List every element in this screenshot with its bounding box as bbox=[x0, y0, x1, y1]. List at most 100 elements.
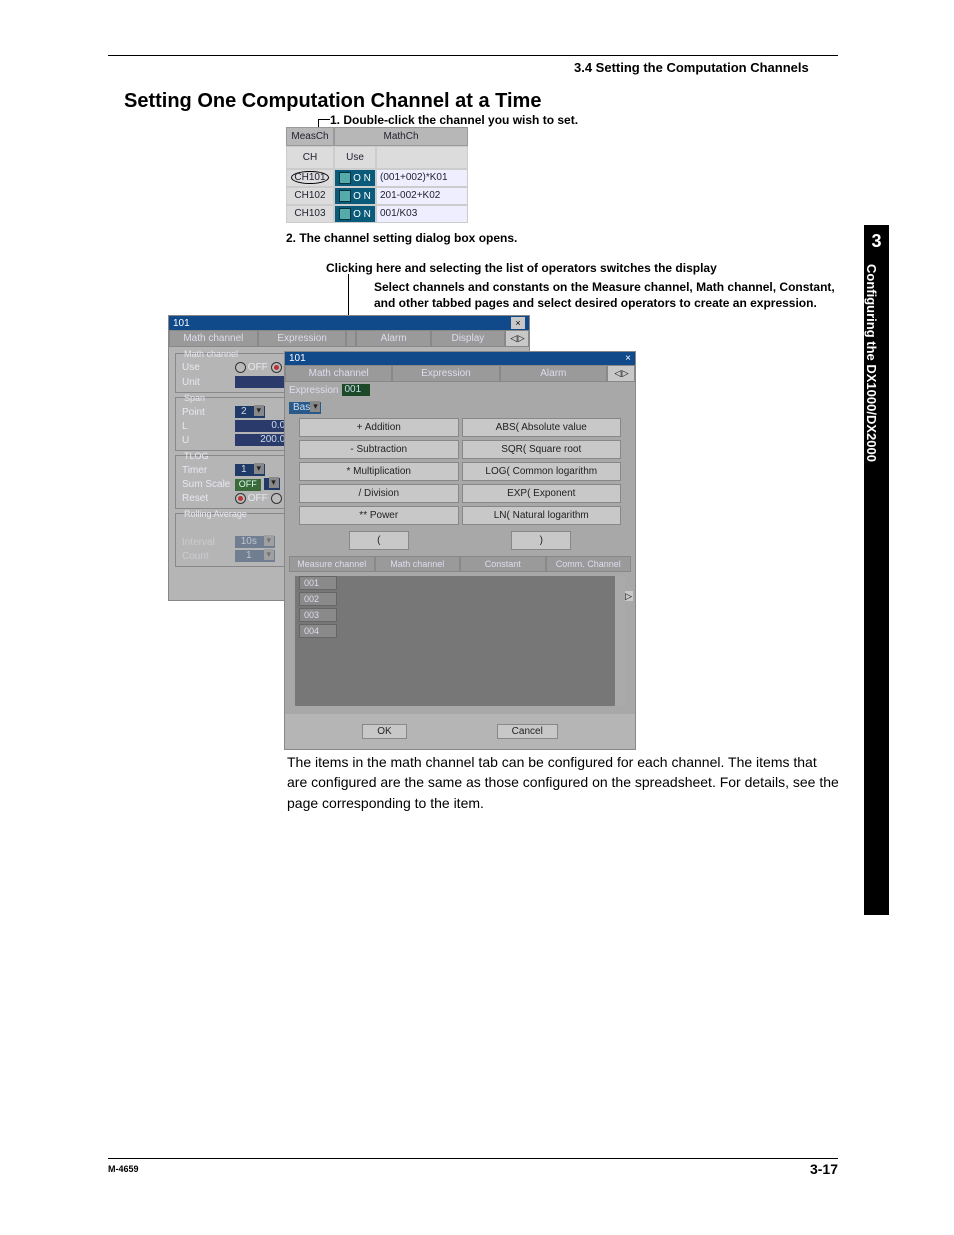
step-1: 1. Double-click the channel you wish to … bbox=[330, 113, 578, 127]
list-item[interactable]: 003 bbox=[299, 608, 337, 622]
dialog-tabs: Math channel Expression Alarm Display ◁ … bbox=[169, 330, 529, 347]
expression-row: Expression 001 bbox=[285, 382, 635, 398]
l-label: L bbox=[182, 421, 232, 432]
tab-pager[interactable]: ◁ ▷ bbox=[607, 365, 635, 382]
tab-gap bbox=[346, 330, 356, 347]
expression-dialog: 101 × Math channel Expression Alarm ◁ ▷ … bbox=[284, 351, 636, 750]
op-addition[interactable]: + Addition bbox=[299, 418, 459, 437]
dialog-title: 101 bbox=[289, 353, 306, 364]
u-label: U bbox=[182, 435, 232, 446]
expr-cell: (001+002)*K01 bbox=[376, 169, 468, 187]
op-ln[interactable]: LN( Natural logarithm bbox=[462, 506, 622, 525]
table-row[interactable]: CH101 O N (001+002)*K01 bbox=[286, 169, 468, 187]
expr-cell: 001/K03 bbox=[376, 205, 468, 223]
dialog-title-bar: 101 × bbox=[169, 316, 529, 330]
use-label: Use bbox=[182, 362, 232, 373]
reset-label: Reset bbox=[182, 493, 232, 504]
tab-display[interactable]: Display bbox=[431, 330, 505, 347]
tab-expression[interactable]: Expression bbox=[392, 365, 499, 382]
section-header: 3.4 Setting the Computation Channels bbox=[574, 60, 809, 75]
col-ch: CH bbox=[286, 146, 334, 169]
close-icon[interactable]: × bbox=[511, 317, 525, 329]
sumscale-value[interactable]: OFF bbox=[235, 479, 261, 491]
list-item[interactable]: 004 bbox=[299, 624, 337, 638]
col-measch: MeasCh bbox=[286, 127, 334, 146]
radio-reset-on[interactable] bbox=[271, 493, 282, 504]
body-paragraph: The items in the math channel tab can be… bbox=[287, 752, 839, 813]
expr-input[interactable]: 001 bbox=[342, 384, 370, 396]
list-item[interactable]: 001 bbox=[299, 576, 337, 590]
tab-math-channel[interactable]: Math channel bbox=[169, 330, 258, 347]
list-item[interactable]: 002 bbox=[299, 592, 337, 606]
sumscale-dropdown[interactable] bbox=[264, 478, 280, 490]
callout-operators: Clicking here and selecting the list of … bbox=[326, 261, 717, 275]
tab-comm-channel[interactable]: Comm. Channel bbox=[546, 556, 632, 572]
op-power[interactable]: ** Power bbox=[299, 506, 459, 525]
sumscale-label: Sum Scale bbox=[182, 479, 232, 490]
table-row[interactable]: CH102 O N 201-002+K02 bbox=[286, 187, 468, 205]
op-division[interactable]: / Division bbox=[299, 484, 459, 503]
tab-math-channel-src[interactable]: Math channel bbox=[375, 556, 461, 572]
dialog-title-bar: 101 × bbox=[285, 352, 635, 365]
category-dropdown[interactable]: Basic bbox=[289, 402, 321, 414]
channel-list[interactable]: 001 002 003 004 bbox=[295, 576, 625, 706]
interval-dropdown: 10s bbox=[235, 536, 275, 548]
tab-constant[interactable]: Constant bbox=[460, 556, 546, 572]
ch-label: CH103 bbox=[286, 205, 334, 223]
expr-cell: 201-002+K02 bbox=[376, 187, 468, 205]
op-lparen[interactable]: ( bbox=[349, 531, 409, 550]
footer-page-number: 3-17 bbox=[810, 1161, 838, 1177]
page-title: Setting One Computation Channel at a Tim… bbox=[124, 90, 541, 113]
col-use: Use bbox=[334, 146, 376, 169]
timer-label: Timer bbox=[182, 465, 232, 476]
point-dropdown[interactable]: 2 bbox=[235, 406, 265, 418]
table-row[interactable]: CH103 O N 001/K03 bbox=[286, 205, 468, 223]
unit-label: Unit bbox=[182, 377, 232, 388]
on-toggle[interactable]: O N bbox=[334, 187, 376, 205]
step-2: 2. The channel setting dialog box opens. bbox=[286, 231, 517, 245]
on-toggle[interactable]: O N bbox=[334, 205, 376, 223]
chapter-title: Configuring the DX1000/DX2000 bbox=[864, 264, 879, 462]
point-label: Point bbox=[182, 407, 232, 418]
ch-label: CH102 bbox=[286, 187, 334, 205]
col-expr bbox=[376, 146, 468, 169]
operator-panel: Basic + Addition ABS( Absolute value - S… bbox=[285, 398, 635, 714]
footer-doc-id: M-4659 bbox=[108, 1164, 139, 1174]
chapter-tab: 3 Configuring the DX1000/DX2000 bbox=[864, 225, 889, 915]
scrollbar[interactable] bbox=[615, 576, 625, 706]
footer-rule bbox=[108, 1158, 838, 1159]
tab-pager[interactable]: ◁ ▷ bbox=[505, 330, 529, 347]
cancel-button[interactable]: Cancel bbox=[497, 724, 558, 739]
radio-off[interactable] bbox=[235, 362, 246, 373]
op-subtraction[interactable]: - Subtraction bbox=[299, 440, 459, 459]
count-dropdown: 1 bbox=[235, 550, 275, 562]
callout-select: Select channels and constants on the Mea… bbox=[374, 279, 844, 311]
close-icon[interactable]: × bbox=[625, 353, 631, 364]
on-toggle[interactable]: O N bbox=[334, 169, 376, 187]
tab-alarm[interactable]: Alarm bbox=[500, 365, 607, 382]
tab-expression[interactable]: Expression bbox=[258, 330, 347, 347]
tab-measure-channel[interactable]: Measure channel bbox=[289, 556, 375, 572]
op-rparen[interactable]: ) bbox=[511, 531, 571, 550]
op-multiplication[interactable]: * Multiplication bbox=[299, 462, 459, 481]
callout-line-2 bbox=[348, 274, 349, 318]
op-log[interactable]: LOG( Common logarithm bbox=[462, 462, 622, 481]
dialog-tabs: Math channel Expression Alarm ◁ ▷ bbox=[285, 365, 635, 382]
col-mathch: MathCh bbox=[334, 127, 468, 146]
op-sqr[interactable]: SQR( Square root bbox=[462, 440, 622, 459]
tab-math-channel[interactable]: Math channel bbox=[285, 365, 392, 382]
op-exp[interactable]: EXP( Exponent bbox=[462, 484, 622, 503]
tab-alarm[interactable]: Alarm bbox=[356, 330, 430, 347]
op-abs[interactable]: ABS( Absolute value bbox=[462, 418, 622, 437]
radio-on[interactable] bbox=[271, 362, 282, 373]
radio-reset-off[interactable] bbox=[235, 493, 246, 504]
timer-dropdown[interactable]: 1 bbox=[235, 464, 265, 476]
ok-button[interactable]: OK bbox=[362, 724, 406, 739]
channel-table: MeasCh MathCh CH Use CH101 O N (001+002)… bbox=[286, 127, 468, 223]
chapter-number: 3 bbox=[864, 231, 889, 252]
dialog-title: 101 bbox=[173, 318, 190, 329]
header-rule bbox=[108, 55, 838, 56]
callout-line bbox=[318, 119, 330, 120]
source-tabs: Measure channel Math channel Constant Co… bbox=[289, 556, 631, 572]
ch-label: CH101 bbox=[291, 171, 328, 184]
